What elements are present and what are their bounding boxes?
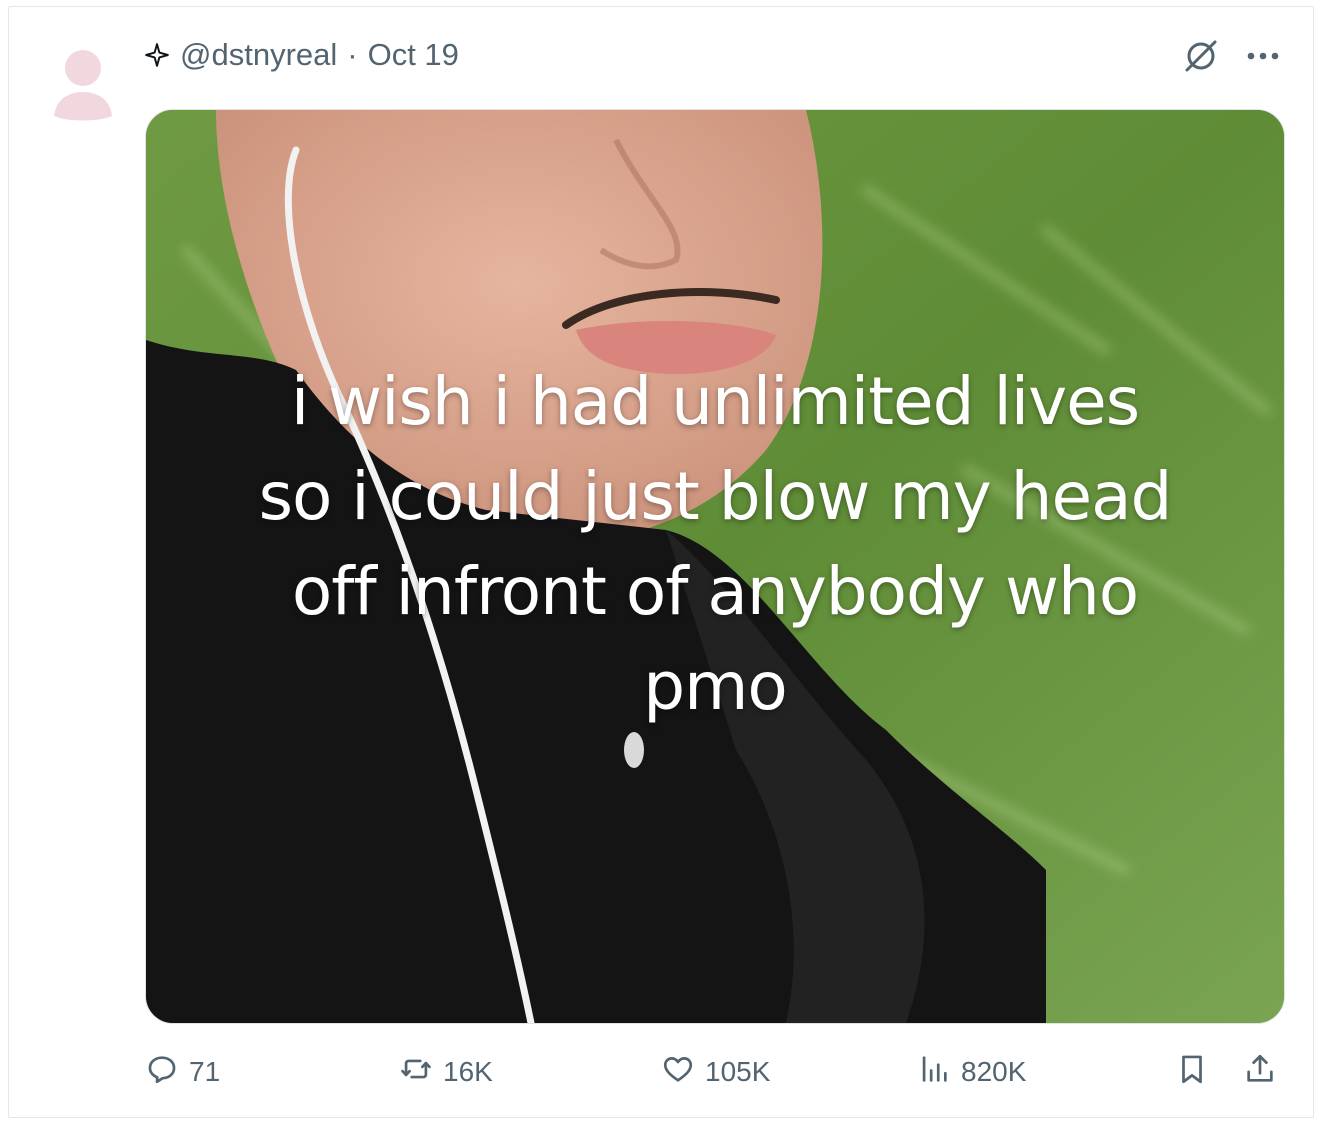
- views-button[interactable]: 820K: [917, 1048, 1026, 1096]
- author-handle[interactable]: @dstnyreal: [180, 37, 337, 73]
- caption-line: off infront of anybody who: [291, 553, 1139, 630]
- header-separator: ·: [347, 37, 358, 72]
- reply-button[interactable]: 71: [145, 1048, 220, 1096]
- bookmark-icon: [1175, 1052, 1209, 1093]
- share-icon: [1243, 1052, 1277, 1093]
- post-date[interactable]: Oct 19: [368, 37, 459, 73]
- like-count: 105K: [705, 1056, 771, 1087]
- repost-icon: [399, 1052, 433, 1093]
- caption-line: i wish i had unlimited lives: [290, 363, 1140, 440]
- bookmark-button[interactable]: [1175, 1048, 1209, 1096]
- post-action-bar: 71 16K 105K 820K: [145, 1048, 1285, 1096]
- caption-line: pmo: [643, 648, 788, 725]
- views-count: 820K: [961, 1056, 1027, 1087]
- like-button[interactable]: 105K: [661, 1048, 770, 1096]
- grok-icon[interactable]: [1182, 37, 1220, 75]
- avatar[interactable]: [52, 46, 114, 122]
- sparkle-icon: [144, 42, 170, 68]
- views-icon: [917, 1052, 951, 1093]
- share-button[interactable]: [1243, 1048, 1277, 1096]
- reply-count: 71: [189, 1056, 221, 1087]
- reply-icon: [145, 1052, 179, 1093]
- like-icon: [661, 1052, 695, 1093]
- repost-count: 16K: [443, 1056, 493, 1087]
- post-header: @dstnyreal · Oct 19: [144, 30, 459, 80]
- repost-button[interactable]: 16K: [399, 1048, 493, 1096]
- post-media-image[interactable]: i wish i had unlimited lives so i could …: [145, 109, 1285, 1024]
- caption-line: so i could just blow my head: [258, 458, 1173, 535]
- more-icon[interactable]: [1246, 51, 1280, 61]
- image-caption: i wish i had unlimited lives so i could …: [146, 354, 1284, 734]
- post-top-actions: [1182, 34, 1280, 78]
